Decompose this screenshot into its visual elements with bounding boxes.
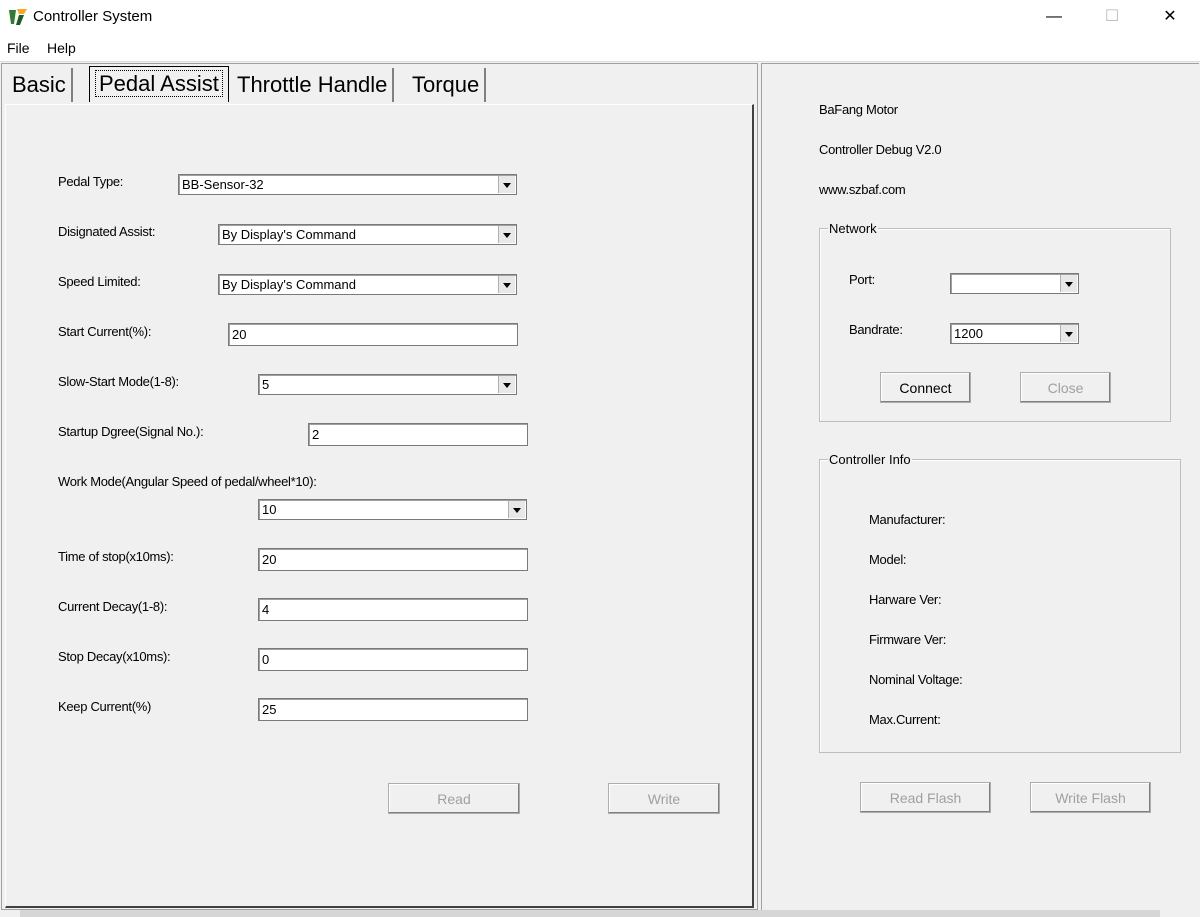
controller-info-group-title: Controller Info xyxy=(828,452,912,467)
chevron-down-icon[interactable] xyxy=(1060,325,1077,342)
time-of-stop-input[interactable]: 20 xyxy=(258,548,528,571)
pedal-type-value: BB-Sensor-32 xyxy=(182,177,264,192)
keep-current-value: 25 xyxy=(262,702,277,717)
info-website: www.szbaf.com xyxy=(819,182,906,197)
keep-current-input[interactable]: 25 xyxy=(258,698,528,721)
work-mode-label: Work Mode(Angular Speed of pedal/wheel*1… xyxy=(58,474,317,489)
maximize-icon: ☐ xyxy=(1104,8,1120,25)
app-icon xyxy=(9,9,27,25)
start-current-label: Start Current(%): xyxy=(58,324,152,339)
read-button[interactable]: Read xyxy=(388,783,520,814)
close-icon: ✕ xyxy=(1163,8,1177,25)
menu-file[interactable]: File xyxy=(7,40,30,56)
chevron-down-icon[interactable] xyxy=(508,501,525,518)
chevron-down-icon[interactable] xyxy=(498,226,515,243)
hardware-ver-label: Harware Ver: xyxy=(869,592,942,607)
bandrate-select[interactable]: 1200 xyxy=(950,323,1079,344)
horizontal-scrollbar[interactable] xyxy=(20,910,1160,917)
stop-decay-input[interactable]: 0 xyxy=(258,648,528,671)
startup-degree-value: 2 xyxy=(312,427,320,442)
slow-start-mode-select[interactable]: 5 xyxy=(258,374,517,395)
connect-button[interactable]: Connect xyxy=(880,372,971,403)
current-decay-value: 4 xyxy=(262,602,270,617)
port-select[interactable] xyxy=(950,273,1079,294)
keep-current-label: Keep Current(%) xyxy=(58,699,152,714)
read-flash-button[interactable]: Read Flash xyxy=(860,782,991,813)
speed-limited-value: By Display's Command xyxy=(222,277,356,292)
manufacturer-label: Manufacturer: xyxy=(869,512,946,527)
menu-help[interactable]: Help xyxy=(47,40,76,56)
bandrate-label: Bandrate: xyxy=(849,322,903,337)
chevron-down-icon[interactable] xyxy=(498,376,515,393)
minimize-button[interactable]: — xyxy=(1025,0,1083,33)
tab-throttle-handle[interactable]: Throttle Handle xyxy=(232,68,395,102)
info-version: Controller Debug V2.0 xyxy=(819,142,942,157)
stop-decay-label: Stop Decay(x10ms): xyxy=(58,649,171,664)
pedal-type-select[interactable]: BB-Sensor-32 xyxy=(178,174,517,195)
menu-bar xyxy=(0,33,1200,62)
stop-decay-value: 0 xyxy=(262,652,270,667)
speed-limited-select[interactable]: By Display's Command xyxy=(218,274,517,295)
current-decay-label: Current Decay(1-8): xyxy=(58,599,168,614)
bandrate-value: 1200 xyxy=(954,326,983,341)
time-of-stop-label: Time of stop(x10ms): xyxy=(58,549,174,564)
designated-assist-label: Disignated Assist: xyxy=(58,224,156,239)
pedal-type-label: Pedal Type: xyxy=(58,174,124,189)
network-group-title: Network xyxy=(828,221,878,236)
chevron-down-icon[interactable] xyxy=(498,276,515,293)
nominal-voltage-label: Nominal Voltage: xyxy=(869,672,963,687)
max-current-label: Max.Current: xyxy=(869,712,941,727)
start-current-input[interactable]: 20 xyxy=(228,323,518,346)
close-window-button[interactable]: ✕ xyxy=(1141,0,1199,33)
current-decay-input[interactable]: 4 xyxy=(258,598,528,621)
tab-pedal-assist[interactable]: Pedal Assist xyxy=(89,66,229,102)
work-mode-select[interactable]: 10 xyxy=(258,499,527,520)
model-label: Model: xyxy=(869,552,907,567)
speed-limited-label: Speed Limited: xyxy=(58,274,141,289)
minimize-icon: — xyxy=(1046,8,1062,25)
info-company: BaFang Motor xyxy=(819,102,898,117)
slow-start-mode-label: Slow-Start Mode(1-8): xyxy=(58,374,179,389)
startup-degree-input[interactable]: 2 xyxy=(308,423,528,446)
title-bar xyxy=(0,0,1200,33)
designated-assist-select[interactable]: By Display's Command xyxy=(218,224,517,245)
window-title: Controller System xyxy=(33,8,153,25)
chevron-down-icon[interactable] xyxy=(498,176,515,193)
tab-basic[interactable]: Basic xyxy=(7,68,73,102)
maximize-button[interactable]: ☐ xyxy=(1083,0,1141,33)
write-flash-button[interactable]: Write Flash xyxy=(1030,782,1151,813)
port-label: Port: xyxy=(849,272,875,287)
startup-degree-label: Startup Dgree(Signal No.): xyxy=(58,424,204,439)
time-of-stop-value: 20 xyxy=(262,552,277,567)
slow-start-mode-value: 5 xyxy=(262,377,270,392)
firmware-ver-label: Firmware Ver: xyxy=(869,632,947,647)
start-current-value: 20 xyxy=(232,327,247,342)
chevron-down-icon[interactable] xyxy=(1060,275,1077,292)
write-button[interactable]: Write xyxy=(608,783,720,814)
designated-assist-value: By Display's Command xyxy=(222,227,356,242)
close-button[interactable]: Close xyxy=(1020,372,1111,403)
tab-torque[interactable]: Torque xyxy=(407,68,487,102)
work-mode-value: 10 xyxy=(262,502,277,517)
